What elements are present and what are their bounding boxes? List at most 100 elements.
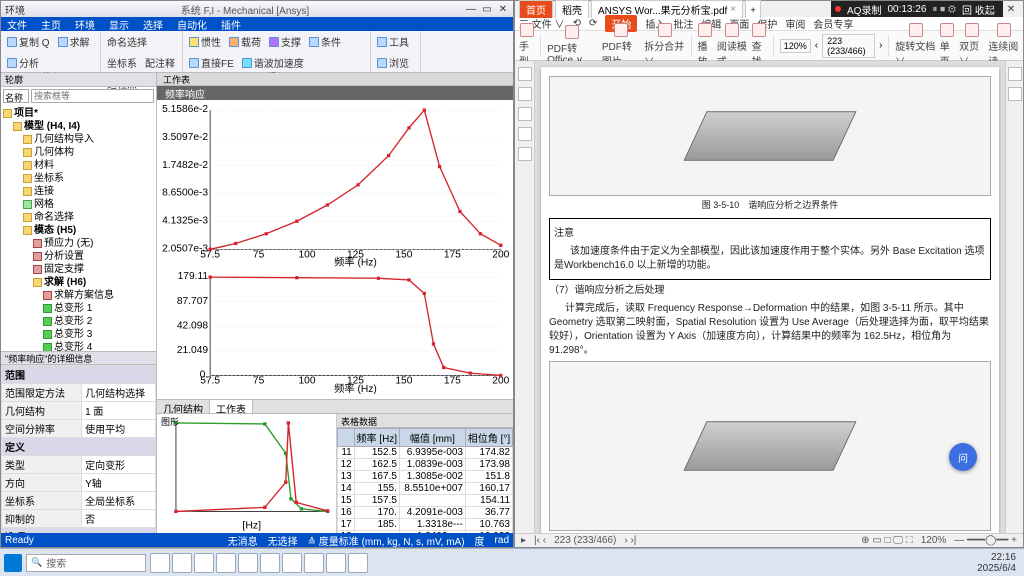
result-table[interactable]: 频率 [Hz]幅值 [mm]相位角 [°]11152.56.9395e-0031… — [337, 428, 513, 533]
taskbar-app[interactable] — [194, 553, 214, 573]
menu-file[interactable]: 文件 — [7, 17, 27, 32]
section-7-heading: （7）谐响应分析之后处理 — [549, 284, 991, 298]
outline-icon[interactable] — [518, 87, 532, 101]
status-page[interactable]: 223 (233/466) — [554, 535, 616, 546]
svg-text:5.1586e-2: 5.1586e-2 — [162, 104, 208, 115]
svg-text:200: 200 — [492, 375, 509, 386]
menu-auto[interactable]: 自动化 — [177, 17, 207, 32]
menu-addin[interactable]: 插件 — [221, 17, 241, 32]
tree-node[interactable]: 求解 (H6) — [3, 276, 154, 289]
taskbar-app[interactable] — [216, 553, 236, 573]
svg-text:200: 200 — [492, 250, 509, 261]
taskbar-app[interactable] — [150, 553, 170, 573]
status-expand-icon[interactable]: ▸ — [521, 535, 526, 546]
rib-directfe[interactable]: 直接FE — [187, 54, 236, 71]
filter-kind[interactable]: 名称 — [3, 89, 29, 103]
page-indicator[interactable]: 223 (233/466) — [822, 34, 875, 58]
rib-browse[interactable]: 浏览 — [375, 54, 411, 71]
rib-analyze[interactable]: 分析 — [5, 54, 41, 71]
tb-pdf2office[interactable]: PDF转Office ∨ — [547, 25, 598, 66]
menu-display[interactable]: 显示 — [109, 17, 129, 32]
chart-title: 频率响应 — [157, 86, 513, 100]
tree-node[interactable]: 总变形 2 — [3, 315, 154, 328]
rib-cond[interactable]: 条件 — [307, 33, 343, 50]
taskbar-app[interactable] — [326, 553, 346, 573]
svg-text:57.5: 57.5 — [200, 375, 220, 386]
close-button[interactable]: ✕ — [497, 3, 509, 15]
tree-node[interactable]: 网格 — [3, 198, 154, 211]
worksheet-tab[interactable]: 工作表 — [157, 73, 513, 86]
start-button[interactable] — [4, 554, 22, 572]
tree-node[interactable]: 坐标系 — [3, 172, 154, 185]
rib-namedsel[interactable]: 命名选择 — [105, 33, 149, 50]
ansys-context-label: 环境 — [5, 2, 25, 17]
ai-assistant-fab[interactable]: 问 — [949, 443, 977, 471]
tree-node[interactable]: 总变形 3 — [3, 328, 154, 341]
rib-annot[interactable]: 配注释 — [143, 54, 177, 71]
menu-home[interactable]: 主页 — [41, 17, 61, 32]
rside-icon[interactable] — [1008, 87, 1022, 101]
maximize-button[interactable]: ▭ — [481, 3, 493, 15]
ansys-left-panel: 轮廓 名称 项目*模型 (H4, I4)几何结构导入几何体构材料坐标系连接网格命… — [1, 73, 157, 533]
details-grid[interactable]: 范围范围限定方法几何结构选择几何结构1 面空间分辨率使用平均定义类型定向变形方向… — [1, 365, 156, 533]
tree-node[interactable]: 几何结构导入 — [3, 133, 154, 146]
taskbar-app[interactable] — [172, 553, 192, 573]
system-tray[interactable]: 22:162025/6/4 — [977, 552, 1020, 574]
rib-support[interactable]: 支撑 — [267, 33, 303, 50]
tree-node[interactable]: 固定支撑 — [3, 263, 154, 276]
tree-node[interactable]: 求解方案信息 — [3, 289, 154, 302]
attachment-icon[interactable] — [518, 127, 532, 141]
wps-minimize[interactable]: — — [951, 1, 975, 17]
zoom-level[interactable]: 120% — [780, 39, 811, 53]
wps-tab-vip[interactable]: 会员专享 — [813, 16, 853, 31]
taskbar-app[interactable] — [260, 553, 280, 573]
close-icon[interactable]: × — [730, 4, 736, 15]
wps-maximize[interactable]: ▭ — [975, 1, 999, 17]
rside-icon[interactable] — [1008, 67, 1022, 81]
menu-env[interactable]: 环境 — [75, 17, 95, 32]
tree-node[interactable]: 预应力 (无) — [3, 237, 154, 250]
wps-tab-review[interactable]: 审阅 — [785, 16, 805, 31]
outline-search[interactable] — [31, 89, 154, 103]
wps-statusbar: ▸ |‹ ‹ 223 (233/466) › ›| ⊕ ▭ □ 🖵 ⛶ 120%… — [515, 533, 1023, 547]
tree-node[interactable]: 材料 — [3, 159, 154, 172]
rib-tools[interactable]: 工具 — [375, 33, 411, 50]
wps-close[interactable]: ✕ — [999, 1, 1023, 17]
tree-node[interactable]: 总变形 1 — [3, 302, 154, 315]
tree-node[interactable]: 模态 (H5) — [3, 224, 154, 237]
bookmark-icon[interactable] — [518, 67, 532, 81]
tree-node[interactable]: 分析设置 — [3, 250, 154, 263]
rib-harmacc[interactable]: 谐波加速度 — [240, 54, 306, 71]
rib-inertia[interactable]: 惯性 — [187, 33, 223, 50]
tree-node[interactable]: 命名选择 — [3, 211, 154, 224]
taskbar-app[interactable] — [304, 553, 324, 573]
thumbnail-icon[interactable] — [518, 107, 532, 121]
tab-worksheet[interactable]: 工作表 — [210, 400, 253, 413]
rib-load[interactable]: 载荷 — [227, 33, 263, 50]
wps-page-view[interactable]: 图 3-5-10 谐响应分析之边界条件 注意 该加速度条件由于定义为全部模型，因… — [535, 61, 1005, 533]
rib-copy[interactable]: 复制 Q — [5, 33, 52, 50]
rec-dot-icon — [835, 6, 841, 12]
menu-select[interactable]: 选择 — [143, 17, 163, 32]
taskbar-app[interactable] — [348, 553, 368, 573]
taskbar-search[interactable]: 🔍 搜索 — [26, 554, 146, 572]
tree-node[interactable]: 模型 (H4, I4) — [3, 120, 154, 133]
status-zoom[interactable]: 120% — [921, 535, 947, 546]
rib-solve[interactable]: 求解 — [56, 33, 92, 50]
svg-text:3.5097e-2: 3.5097e-2 — [162, 132, 208, 143]
taskbar-app[interactable] — [282, 553, 302, 573]
tab-geometry[interactable]: 几何结构 — [157, 400, 210, 413]
tree-node[interactable]: 项目* — [3, 107, 154, 120]
tree-node[interactable]: 连接 — [3, 185, 154, 198]
section-7-body: 计算完成后，读取 Frequency Response→Deformation … — [549, 302, 991, 358]
signature-icon[interactable] — [518, 147, 532, 161]
wps-toolbar: 手型 PDF转Office ∨ PDF转图片 拆分合并 ∨ 播放 阅读模式 查找… — [515, 31, 1023, 61]
tree-node[interactable]: 总变形 4 — [3, 341, 154, 351]
amplitude-chart: 5.1586e-23.5097e-21.7482e-28.6500e-34.13… — [161, 104, 509, 268]
taskbar-app[interactable] — [238, 553, 258, 573]
rib-coordsys[interactable]: 坐标系 — [105, 54, 139, 71]
outline-tree[interactable]: 项目*模型 (H4, I4)几何结构导入几何体构材料坐标系连接网格命名选择模态 … — [1, 105, 156, 351]
ansys-ribbon: 复制 Q 求解 分析 轮廓 命名选择 坐标系 配注释 远程点 惯性 载荷 — [1, 31, 513, 73]
tree-node[interactable]: 几何体构 — [3, 146, 154, 159]
minimize-button[interactable]: — — [465, 3, 477, 15]
